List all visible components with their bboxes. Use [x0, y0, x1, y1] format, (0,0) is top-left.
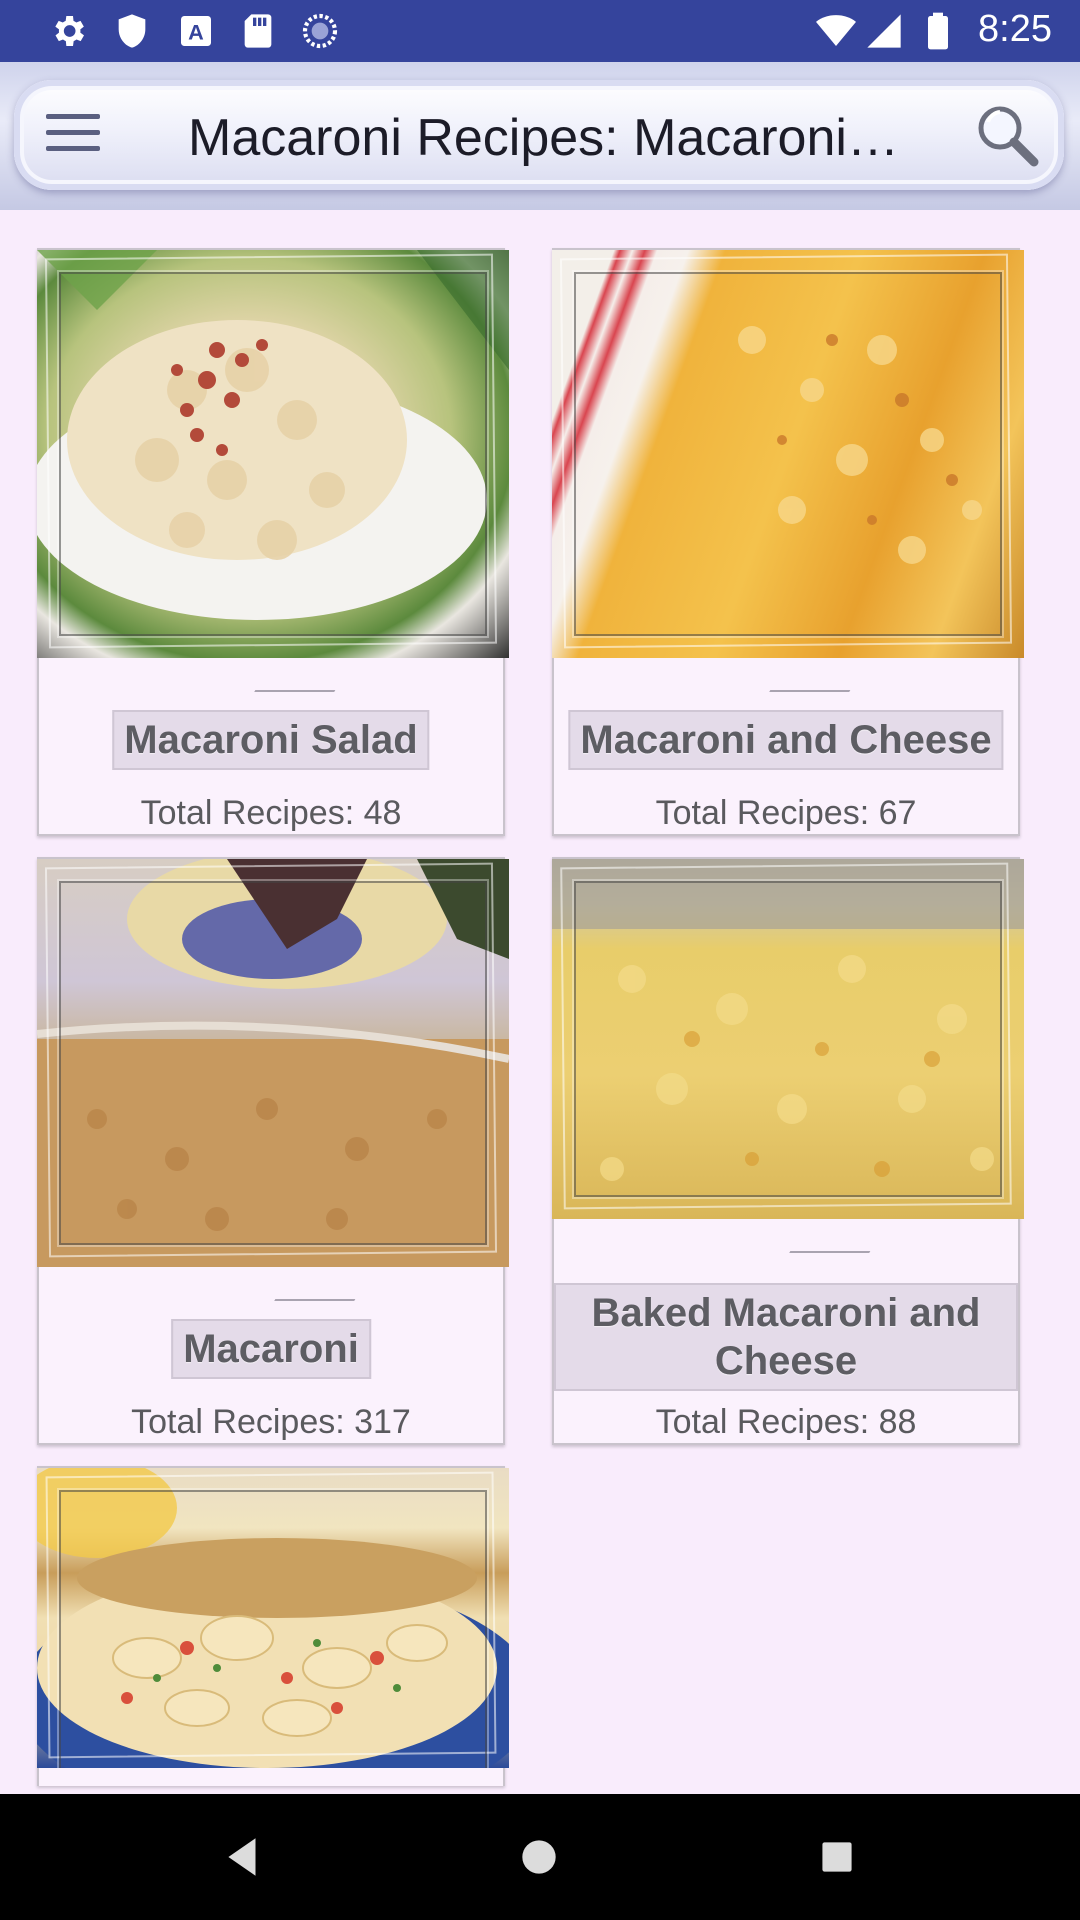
category-card-macaroni-salad[interactable]: Macaroni Salad Total Recipes: 48 — [37, 248, 509, 836]
font-a-icon: A — [181, 16, 211, 46]
category-card-baked-macaroni-and-cheese[interactable]: Baked Macaroni and Cheese Total Recipes:… — [552, 857, 1024, 1445]
recents-icon[interactable] — [812, 1832, 862, 1882]
category-label: Macaroni Salad — [112, 710, 430, 770]
macaroni-image — [37, 859, 509, 1267]
macaroni-and-cheese-image — [552, 250, 1024, 658]
home-icon[interactable] — [514, 1832, 564, 1882]
back-icon[interactable] — [218, 1832, 268, 1882]
page-title: Macaroni Recipes: Macaroni… — [188, 109, 899, 167]
status-bar: A 8:25 — [0, 0, 1080, 62]
category-card-5[interactable] — [37, 1466, 509, 1786]
status-time: 8:25 — [978, 8, 1052, 50]
category-label: Baked Macaroni and Cheese — [554, 1283, 1018, 1391]
recipe-count: Total Recipes: 317 — [131, 1403, 411, 1441]
battery-icon — [928, 12, 948, 50]
recipe-count: Total Recipes: 88 — [655, 1403, 917, 1441]
svg-text:A: A — [188, 19, 204, 44]
wifi-icon — [816, 15, 856, 46]
category-label: Macaroni — [171, 1319, 371, 1379]
macaroni-dish-image — [37, 1468, 509, 1768]
macaroni-salad-image — [37, 250, 509, 658]
hamburger-menu-icon[interactable] — [46, 114, 100, 158]
category-card-macaroni[interactable]: Macaroni Total Recipes: 317 — [37, 857, 509, 1445]
shield-icon — [118, 14, 146, 48]
recipe-count: Total Recipes: 48 — [140, 794, 402, 832]
signal-icon — [867, 14, 901, 48]
search-icon[interactable] — [972, 100, 1042, 170]
category-label: Macaroni and Cheese — [568, 710, 1004, 770]
baked-macaroni-and-cheese-image — [552, 859, 1024, 1219]
recipe-count: Total Recipes: 67 — [655, 794, 917, 832]
category-card-macaroni-and-cheese[interactable]: Macaroni and Cheese Total Recipes: 67 — [552, 248, 1024, 836]
sync-circle-icon — [302, 13, 338, 49]
sd-card-icon — [244, 14, 272, 48]
navigation-bar — [0, 1794, 1080, 1920]
gear-icon — [55, 16, 84, 46]
